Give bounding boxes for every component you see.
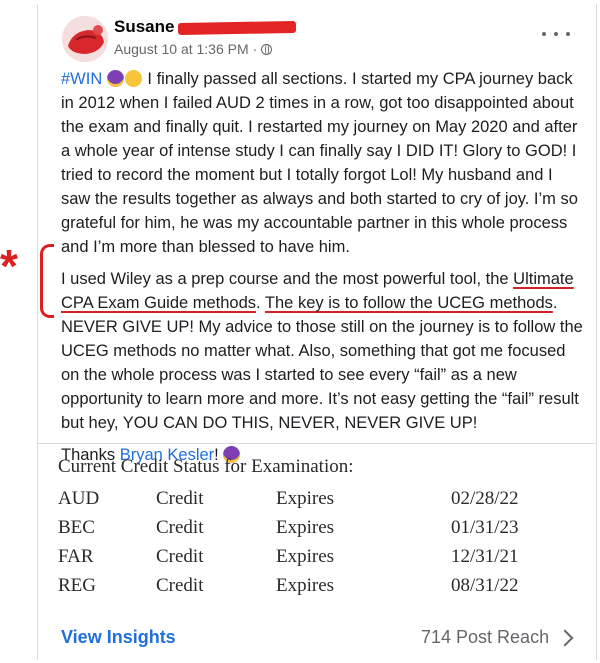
post-body: #WIN I finally passed all sections. I st… <box>61 67 586 475</box>
credit-expiry-date: 02/28/22 <box>451 487 519 509</box>
avatar[interactable] <box>62 16 108 62</box>
credit-status: Credit <box>156 516 204 538</box>
credit-status-table: AUD Credit Expires 02/28/22 BEC Credit Expires… <box>58 484 578 600</box>
paragraph-1-text: I finally passed all sections. I started… <box>61 70 578 256</box>
post-reach-label: 714 Post Reach <box>421 627 550 647</box>
paragraph-2: I used Wiley as a prep course and the mo… <box>61 267 586 435</box>
credit-status-image[interactable]: Current Credit Status for Examination: A… <box>58 456 578 600</box>
credit-expires-label: Expires <box>276 516 335 538</box>
credit-expiry-date: 08/31/22 <box>451 574 519 596</box>
credit-row: BEC Credit Expires 01/31/23 <box>58 513 578 542</box>
post-timestamp[interactable]: August 10 at 1:36 PM <box>114 41 249 57</box>
credit-status: Credit <box>156 545 204 567</box>
dot-icon <box>554 32 558 36</box>
credit-section: AUD <box>58 487 100 509</box>
hugging-face-emoji-icon <box>124 70 142 87</box>
smiling-devil-emoji-icon <box>106 70 124 87</box>
annotation-asterisk: * <box>0 240 18 292</box>
credit-row: REG Credit Expires 08/31/22 <box>58 571 578 600</box>
author-name-text[interactable]: Susane <box>114 17 174 36</box>
paragraph-2-text-c: . NEVER GIVE UP! My advice to those stil… <box>61 294 583 432</box>
redaction-mark <box>178 20 297 35</box>
paragraph-2-text-b: . <box>256 294 265 312</box>
credit-status: Credit <box>156 574 204 596</box>
annotation-bracket <box>40 244 54 318</box>
credit-status: Credit <box>156 487 204 509</box>
credit-section: REG <box>58 574 96 596</box>
paragraph-2-text-a: I used Wiley as a prep course and the mo… <box>61 270 514 288</box>
dot-icon <box>542 32 546 36</box>
credit-expiry-date: 01/31/23 <box>451 516 519 538</box>
post-reach-link[interactable]: 714 Post Reach <box>421 627 574 648</box>
credit-expiry-date: 12/31/21 <box>451 545 519 567</box>
more-options-button[interactable] <box>542 26 570 42</box>
view-insights-link[interactable]: View Insights <box>61 627 176 648</box>
credit-expires-label: Expires <box>276 574 335 596</box>
hashtag-link[interactable]: #WIN <box>61 70 102 88</box>
post-meta: August 10 at 1:36 PM · <box>114 41 273 57</box>
dot-icon <box>566 32 570 36</box>
credit-row: FAR Credit Expires 12/31/21 <box>58 542 578 571</box>
underlined-phrase-2: The key is to follow the UCEG methods <box>264 294 553 312</box>
credit-section: FAR <box>58 545 94 567</box>
globe-icon[interactable] <box>261 43 273 55</box>
paragraph-1: #WIN I finally passed all sections. I st… <box>61 67 586 259</box>
credit-expires-label: Expires <box>276 487 335 509</box>
author-name[interactable]: Susane <box>114 17 297 37</box>
credit-section: BEC <box>58 516 95 538</box>
credit-status-title: Current Credit Status for Examination: <box>58 456 354 477</box>
chevron-right-icon <box>556 629 574 646</box>
divider <box>38 443 596 444</box>
credit-expires-label: Expires <box>276 545 335 567</box>
credit-row: AUD Credit Expires 02/28/22 <box>58 484 578 513</box>
